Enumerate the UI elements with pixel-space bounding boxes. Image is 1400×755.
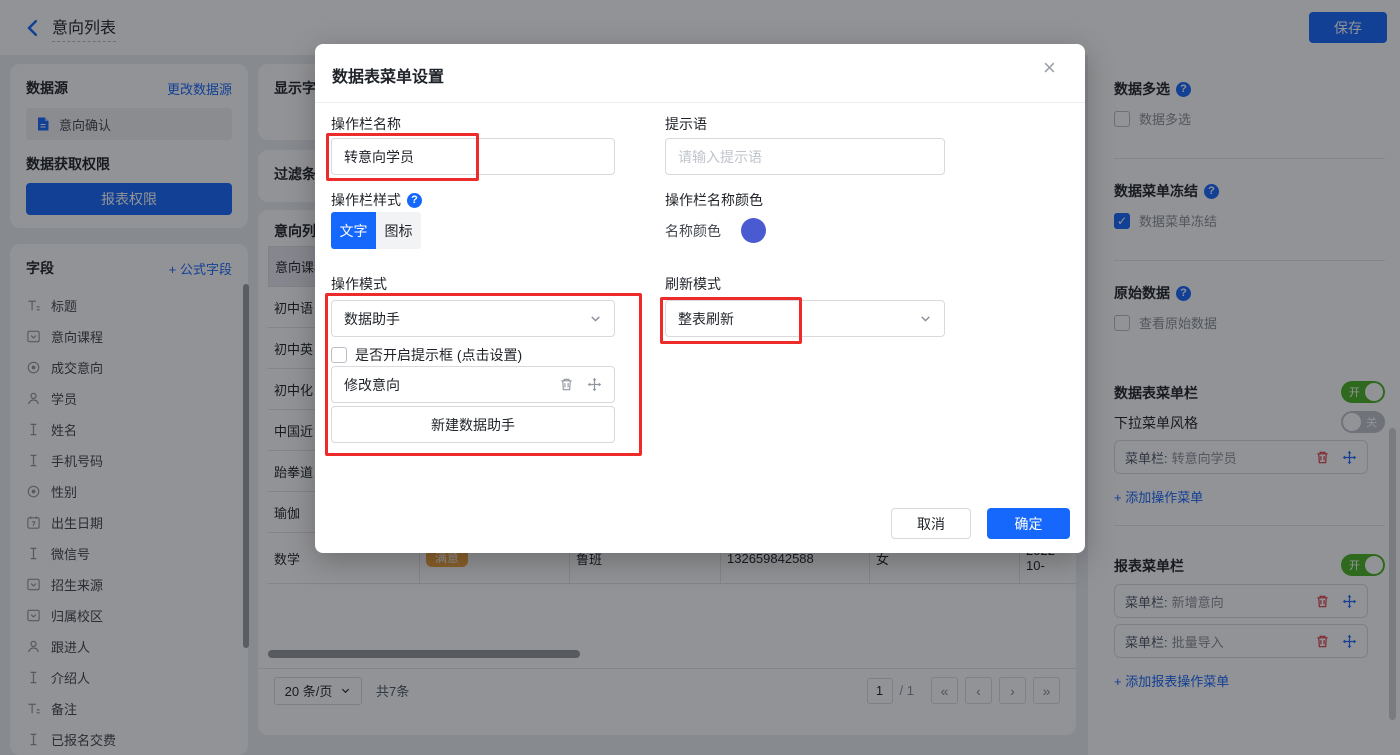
- tipbox-checkbox-row[interactable]: 是否开启提示框 (点击设置): [331, 345, 522, 365]
- assistant-item[interactable]: 修改意向: [331, 366, 615, 403]
- question-icon[interactable]: ?: [407, 193, 422, 208]
- divider: [315, 102, 1085, 103]
- action-name-label: 操作栏名称: [331, 114, 401, 134]
- action-style-tabs: 文字 图标: [331, 212, 421, 249]
- refresh-mode-select[interactable]: 整表刷新: [665, 300, 945, 337]
- checkbox-unchecked[interactable]: [331, 347, 347, 363]
- close-icon[interactable]: ×: [1043, 57, 1056, 79]
- chevron-down-icon: [919, 312, 932, 325]
- cancel-button[interactable]: 取消: [891, 508, 971, 539]
- color-swatch[interactable]: [741, 218, 766, 243]
- name-color-label: 操作栏名称颜色: [665, 190, 763, 210]
- tab-icon[interactable]: 图标: [376, 212, 421, 249]
- tip-label: 提示语: [665, 114, 707, 134]
- action-mode-select[interactable]: 数据助手: [331, 300, 615, 337]
- action-style-label: 操作栏样式 ?: [331, 190, 422, 210]
- modal-title: 数据表菜单设置: [332, 63, 444, 87]
- action-mode-label: 操作模式: [331, 274, 387, 294]
- chevron-down-icon: [589, 312, 602, 325]
- table-menu-settings-modal: 数据表菜单设置 × 操作栏名称 转意向学员 提示语 请输入提示语 操作栏样式 ?…: [315, 44, 1085, 553]
- confirm-button[interactable]: 确定: [987, 508, 1070, 539]
- tip-input[interactable]: 请输入提示语: [665, 138, 945, 175]
- new-assistant-button[interactable]: 新建数据助手: [331, 406, 615, 443]
- move-icon[interactable]: [587, 377, 602, 392]
- tab-text[interactable]: 文字: [331, 212, 376, 249]
- action-name-input[interactable]: 转意向学员: [331, 138, 615, 175]
- refresh-mode-label: 刷新模式: [665, 274, 721, 294]
- trash-icon[interactable]: [559, 377, 574, 392]
- name-color-row: 名称颜色: [665, 218, 766, 243]
- panel-scrollbar[interactable]: [1389, 428, 1396, 720]
